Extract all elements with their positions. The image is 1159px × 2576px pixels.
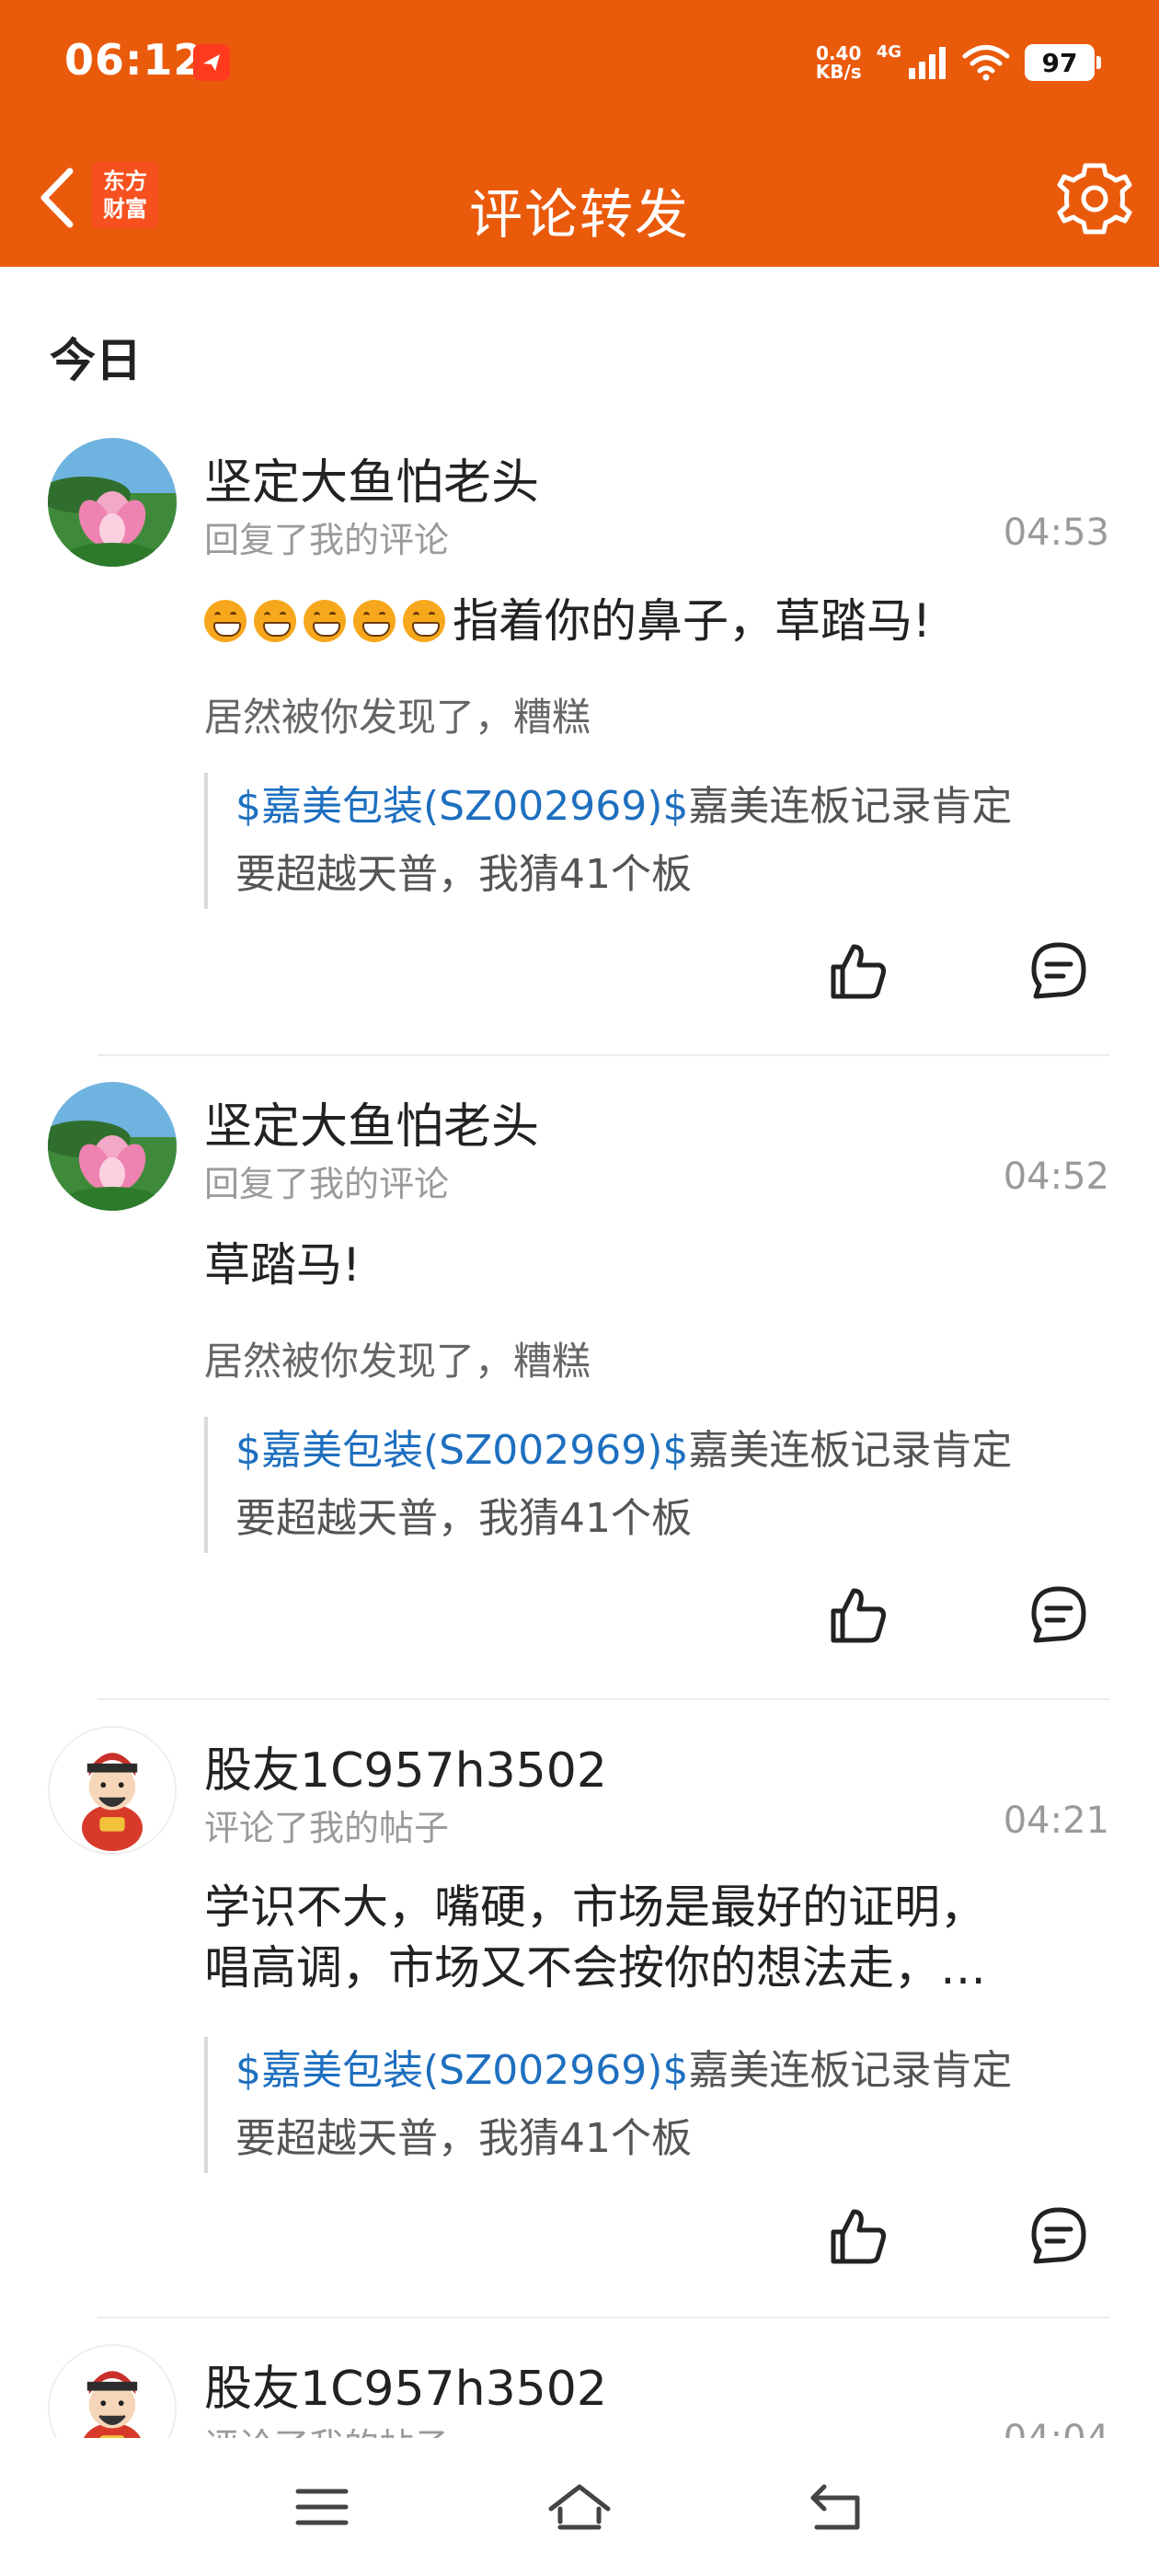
comment-icon [1031,1586,1086,1643]
notification-item[interactable]: 股友1C957h3502 评论了我的帖子 04:04 [0,2344,1159,2440]
comment-icon [1031,942,1086,999]
nav-menu-button[interactable] [276,2466,368,2548]
home-icon [548,2484,611,2530]
user-name[interactable]: 股友1C957h3502 [204,1731,607,1800]
reply-button[interactable] [1017,1574,1100,1657]
avatar[interactable] [48,2344,177,2440]
comment-content[interactable]: 草踏马! [204,1235,361,1295]
settings-button[interactable] [1050,155,1139,243]
quoted-post[interactable]: $嘉美包装(SZ002969)$嘉美连板记录肯定 要超越天普，我猜41个板 [204,2037,1111,2173]
wifi-icon [962,45,1010,81]
reply-button[interactable] [1017,930,1100,1013]
menu-icon [295,2489,349,2525]
divider [98,1698,1109,1700]
stock-link[interactable]: $嘉美包装(SZ002969)$ [235,1427,688,1474]
user-name[interactable]: 坚定大鱼怕老头 [204,1087,539,1156]
notification-item[interactable]: 坚定大鱼怕老头 回复了我的评论 04:52 草踏马! 居然被你发现了，糟糕 $嘉… [0,1082,1159,1700]
notification-item[interactable]: 股友1C957h3502 评论了我的帖子 04:21 学识不大，嘴硬，市场是最好… [0,1726,1159,2318]
action-text: 回复了我的评论 [204,1164,450,1204]
like-button[interactable] [817,1574,900,1657]
stock-link[interactable]: $嘉美包装(SZ002969)$ [235,2047,688,2094]
network-speed: 0.40 KB/s [815,42,862,83]
signal-icon [909,47,946,79]
section-label-today: 今日 [50,334,142,387]
user-name[interactable]: 坚定大鱼怕老头 [204,443,539,512]
comment-content[interactable]: 学识不大，嘴硬，市场是最好的证明， 唱高调，市场又不会按你的想法走，… [204,1877,986,1998]
stock-link[interactable]: $嘉美包装(SZ002969)$ [235,783,688,830]
action-text: 回复了我的评论 [204,520,450,560]
quoted-post[interactable]: $嘉美包装(SZ002969)$嘉美连板记录肯定 要超越天普，我猜41个板 [204,773,1111,909]
thumbs-up-icon [831,1588,886,1643]
comment-content[interactable]: 指着你的鼻子，草踏马! [204,591,931,651]
comment-icon [1031,2207,1086,2264]
like-button[interactable] [817,930,900,1013]
action-text: 评论了我的帖子 [204,2418,449,2440]
system-navigation-bar [0,2438,1159,2576]
my-comment-text: 居然被你发现了，糟糕 [204,695,591,740]
user-name[interactable]: 股友1C957h3502 [204,2350,607,2419]
thumbs-up-icon [831,944,886,999]
network-type: 4G [876,41,901,62]
gear-icon [1057,163,1132,235]
status-time: 06:12 [64,35,204,85]
like-button[interactable] [817,2195,900,2278]
app-notification-icon [193,44,230,81]
avatar[interactable] [48,1082,177,1211]
avatar[interactable] [48,438,177,567]
quoted-post[interactable]: $嘉美包装(SZ002969)$嘉美连板记录肯定 要超越天普，我猜41个板 [204,1417,1111,1553]
battery-indicator: 97 [1025,44,1101,81]
action-text: 评论了我的帖子 [204,1808,450,1848]
timestamp: 04:53 [1003,512,1109,554]
timestamp: 04:21 [1003,1800,1109,1842]
divider [98,1054,1109,1056]
status-icons: 0.40 KB/s 4G 97 [815,39,1101,86]
reply-button[interactable] [1017,2195,1100,2278]
status-bar: 06:12 0.40 KB/s 4G 97 [0,0,1159,129]
return-icon [810,2484,860,2530]
app-header: 东方 财富 评论转发 [0,129,1159,267]
nav-home-button[interactable] [534,2466,625,2548]
timestamp: 04:52 [1003,1156,1109,1198]
divider [98,2317,1109,2318]
timestamp: 04:04 [1003,2418,1109,2440]
notification-item[interactable]: 坚定大鱼怕老头 回复了我的评论 04:53 指着你的鼻子，草踏马! 居然被你发现… [0,438,1159,1056]
nav-back-button[interactable] [791,2466,883,2548]
my-comment-text: 居然被你发现了，糟糕 [204,1339,591,1384]
grin-emoji-icon [204,594,453,648]
page-title: 评论转发 [468,183,690,246]
thumbs-up-icon [831,2209,886,2264]
avatar[interactable] [48,1726,177,1855]
